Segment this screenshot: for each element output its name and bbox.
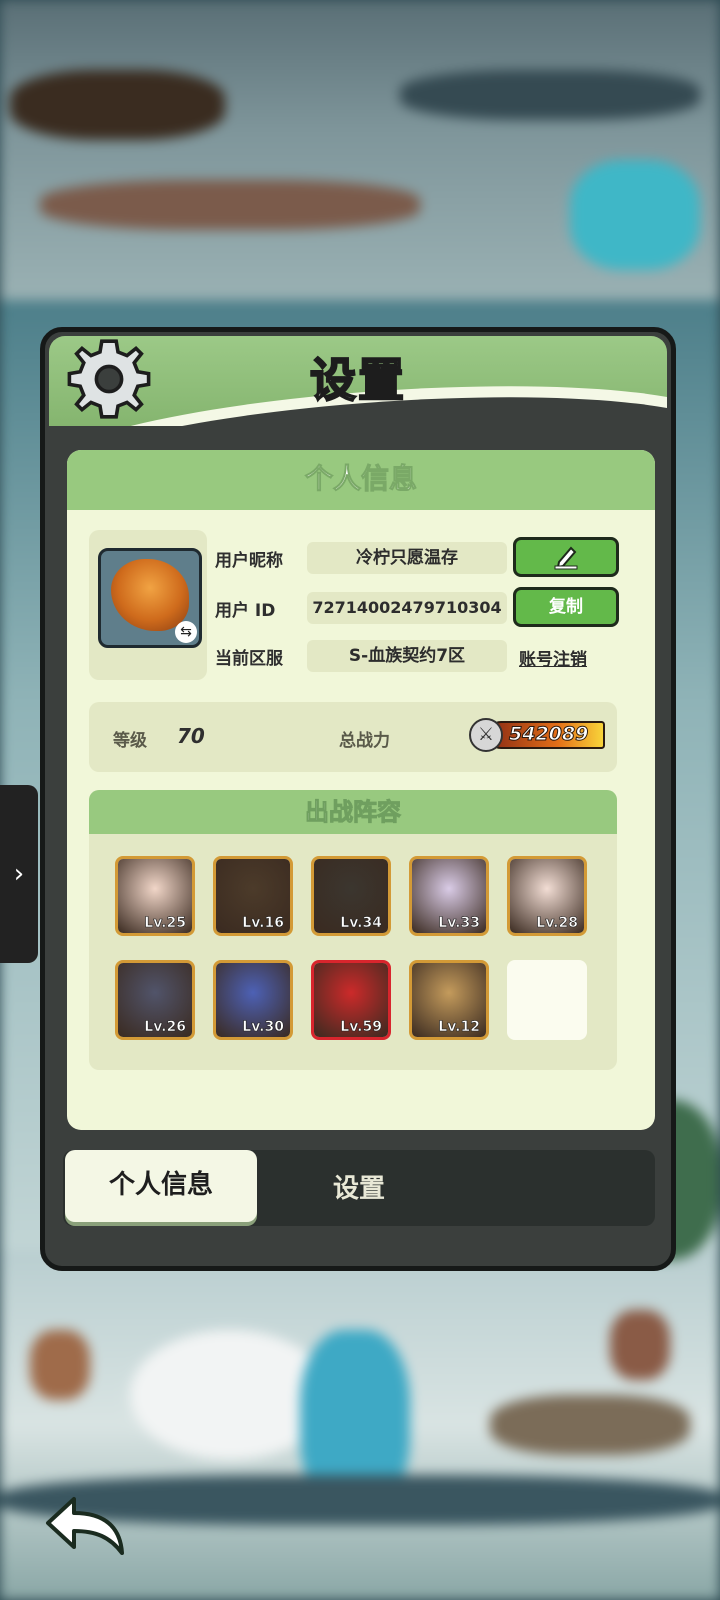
- server-label: 当前区服: [215, 649, 283, 669]
- hero-portrait[interactable]: Lv.12: [409, 960, 489, 1040]
- hero-level: Lv.59: [340, 1019, 382, 1036]
- swap-avatar-icon[interactable]: ⇆: [175, 621, 197, 643]
- personal-info-panel: 个人信息 ⇆ 用户昵称 冷柠只愿温存 用户 ID 727140024797103…: [67, 450, 655, 1130]
- side-expand-tab[interactable]: ›: [0, 785, 38, 963]
- hero-portrait[interactable]: Lv.16: [213, 856, 293, 936]
- back-arrow-icon[interactable]: [40, 1493, 126, 1557]
- hero-level: Lv.25: [144, 915, 186, 932]
- dialog-title: 设置: [309, 352, 406, 408]
- chevron-right-icon: ›: [13, 859, 25, 889]
- tab-bar: 个人信息 设置: [63, 1150, 655, 1226]
- hero-level: Lv.30: [242, 1019, 284, 1036]
- user-id-value: 72714002479710304: [307, 592, 507, 624]
- hero-level: Lv.33: [438, 915, 480, 932]
- server-value: S-血族契约7区: [307, 640, 507, 672]
- nickname-label: 用户昵称: [215, 551, 283, 571]
- hero-portrait[interactable]: Lv.28: [507, 856, 587, 936]
- hero-level: Lv.28: [536, 915, 578, 932]
- hero-portrait[interactable]: Lv.59: [311, 960, 391, 1040]
- team-card: 出战阵容 Lv.25 Lv.16 Lv.34 Lv.33 Lv.28 Lv.26 Lv.30…: [89, 790, 617, 1070]
- tab-personal-info[interactable]: 个人信息: [65, 1150, 257, 1222]
- hero-portrait[interactable]: Lv.33: [409, 856, 489, 936]
- dialog-header: 设置: [49, 336, 667, 426]
- hero-level: Lv.34: [340, 915, 382, 932]
- copy-id-button[interactable]: 复制: [513, 587, 619, 627]
- hero-level: Lv.16: [242, 915, 284, 932]
- level-label: 等级: [113, 731, 147, 751]
- hero-portrait[interactable]: Lv.30: [213, 960, 293, 1040]
- edit-nickname-button[interactable]: [513, 537, 619, 577]
- power-label: 总战力: [339, 731, 390, 751]
- settings-dialog: 设置 个人信息 ⇆ 用户昵称 冷柠只愿温存 用户 ID 727140024797…: [40, 327, 676, 1271]
- crossed-swords-icon: ⚔: [469, 718, 503, 752]
- empty-hero-slot[interactable]: [507, 960, 587, 1040]
- power-value: 542089: [508, 723, 589, 746]
- cancel-account-link[interactable]: 账号注销: [519, 645, 587, 670]
- pencil-icon: [554, 546, 578, 570]
- panel-title: 个人信息: [67, 450, 655, 510]
- level-value: 70: [177, 724, 205, 748]
- hero-portrait[interactable]: Lv.26: [115, 960, 195, 1040]
- stats-card: 等级 70 总战力 ⚔ 542089: [89, 702, 617, 772]
- avatar[interactable]: ⇆: [98, 548, 202, 648]
- hero-portrait[interactable]: Lv.34: [311, 856, 391, 936]
- hero-level: Lv.26: [144, 1019, 186, 1036]
- nickname-value: 冷柠只愿温存: [307, 542, 507, 574]
- team-title: 出战阵容: [89, 790, 617, 834]
- power-badge: ⚔ 542089: [469, 716, 619, 754]
- tab-settings[interactable]: 设置: [333, 1168, 385, 1205]
- hero-level: Lv.12: [438, 1019, 480, 1036]
- hero-portrait[interactable]: Lv.25: [115, 856, 195, 936]
- user-id-label: 用户 ID: [215, 601, 276, 621]
- avatar-card: ⇆: [89, 530, 207, 680]
